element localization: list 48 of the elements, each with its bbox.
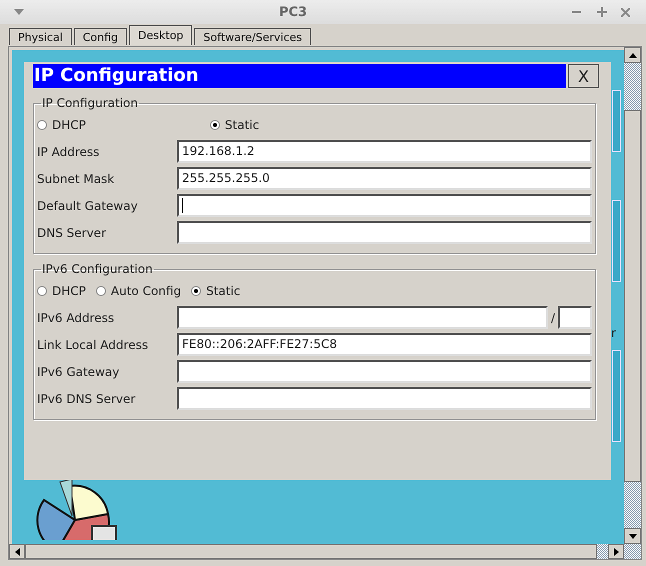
radio-option[interactable]: Static xyxy=(191,284,240,298)
separator-label: / xyxy=(550,310,555,324)
radio-icon[interactable] xyxy=(96,286,106,296)
input-field[interactable] xyxy=(177,221,592,244)
input-field[interactable]: FE80::206:2AFF:FE27:5C8 xyxy=(177,333,592,356)
input-field[interactable]: 255.255.255.0 xyxy=(177,167,592,190)
field-label: IPv6 DNS Server xyxy=(37,392,136,406)
prefix-field[interactable] xyxy=(558,306,592,329)
field-label: Default Gateway xyxy=(37,198,139,212)
group-label: IPv6 Configuration xyxy=(41,262,154,276)
horizontal-scrollbar[interactable] xyxy=(9,544,641,559)
radio-icon[interactable] xyxy=(37,120,47,130)
scroll-down-arrow[interactable] xyxy=(628,534,636,538)
radio-option[interactable]: Static xyxy=(210,118,260,132)
radio-icon[interactable] xyxy=(191,286,202,296)
dialog-title: IP Configuration xyxy=(33,64,566,88)
tab[interactable]: Config xyxy=(74,28,128,45)
radio-option[interactable]: DHCP xyxy=(37,118,86,132)
tab[interactable]: Physical xyxy=(9,28,72,45)
tab[interactable]: Desktop xyxy=(129,25,192,45)
close-icon[interactable] xyxy=(621,8,630,16)
radio-icon[interactable] xyxy=(37,286,47,296)
scroll-up-arrow[interactable] xyxy=(628,52,636,58)
vertical-scrollbar[interactable] xyxy=(624,47,641,544)
tab[interactable]: Software/Services xyxy=(194,28,312,45)
scroll-left-arrow[interactable] xyxy=(14,548,20,556)
field-label: DNS Server xyxy=(37,226,107,240)
input-field[interactable]: 192.168.1.2 xyxy=(177,140,592,163)
field-label: IPv6 Address xyxy=(37,310,116,324)
desktop-panel xyxy=(612,90,621,152)
scroll-right-arrow[interactable] xyxy=(614,548,618,556)
input-field[interactable] xyxy=(177,194,592,217)
radio-option[interactable]: DHCP xyxy=(37,284,86,298)
group-label: IP Configuration xyxy=(41,96,139,110)
radio-option[interactable]: Auto Config xyxy=(96,284,182,298)
input-field[interactable] xyxy=(177,306,548,329)
maximize-icon[interactable] xyxy=(597,7,607,17)
field-label: IPv6 Gateway xyxy=(37,364,120,378)
field-label: Link Local Address xyxy=(37,338,150,352)
input-field[interactable] xyxy=(177,387,592,410)
close-button[interactable]: X xyxy=(568,64,599,88)
field-label: IP Address xyxy=(37,144,100,158)
input-field[interactable] xyxy=(177,360,592,383)
desktop-label: r xyxy=(611,326,616,340)
field-label: Subnet Mask xyxy=(37,172,116,186)
dropdown-icon[interactable] xyxy=(14,9,24,15)
radio-icon[interactable] xyxy=(210,120,220,130)
window-title: PC3 xyxy=(278,4,308,20)
